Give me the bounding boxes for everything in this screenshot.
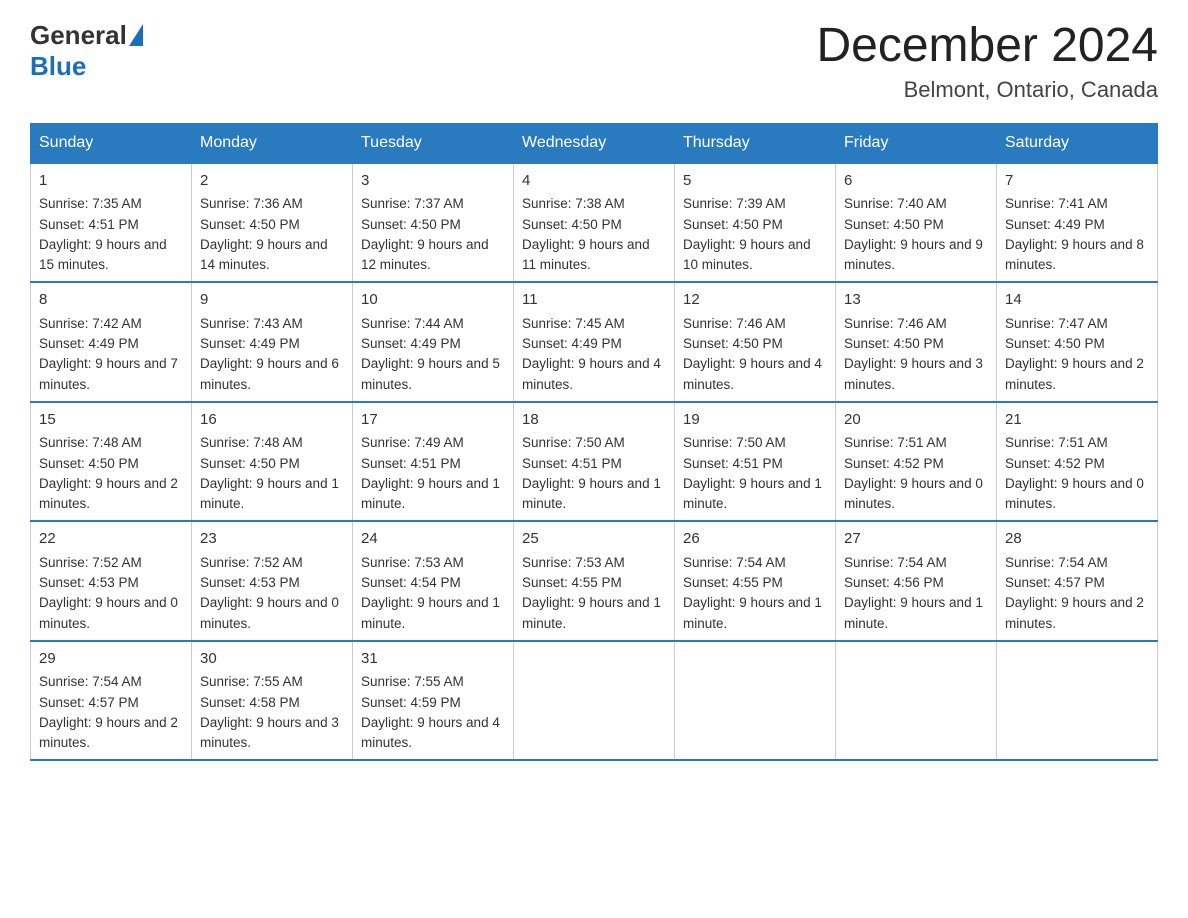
day-number: 4 bbox=[522, 170, 666, 193]
logo-blue: Blue bbox=[30, 51, 86, 81]
col-header-monday: Monday bbox=[192, 123, 353, 163]
calendar-cell bbox=[514, 641, 675, 761]
calendar-cell: 14Sunrise: 7:47 AMSunset: 4:50 PMDayligh… bbox=[997, 282, 1158, 402]
calendar-cell: 8Sunrise: 7:42 AMSunset: 4:49 PMDaylight… bbox=[31, 282, 192, 402]
calendar-cell bbox=[675, 641, 836, 761]
calendar-week-row: 1Sunrise: 7:35 AMSunset: 4:51 PMDaylight… bbox=[31, 163, 1158, 283]
day-number: 20 bbox=[844, 409, 988, 432]
calendar-cell: 4Sunrise: 7:38 AMSunset: 4:50 PMDaylight… bbox=[514, 163, 675, 283]
calendar-cell: 16Sunrise: 7:48 AMSunset: 4:50 PMDayligh… bbox=[192, 402, 353, 522]
calendar-cell: 15Sunrise: 7:48 AMSunset: 4:50 PMDayligh… bbox=[31, 402, 192, 522]
calendar-cell: 2Sunrise: 7:36 AMSunset: 4:50 PMDaylight… bbox=[192, 163, 353, 283]
col-header-saturday: Saturday bbox=[997, 123, 1158, 163]
calendar-week-row: 8Sunrise: 7:42 AMSunset: 4:49 PMDaylight… bbox=[31, 282, 1158, 402]
day-number: 29 bbox=[39, 648, 183, 671]
calendar-cell: 11Sunrise: 7:45 AMSunset: 4:49 PMDayligh… bbox=[514, 282, 675, 402]
calendar-cell: 5Sunrise: 7:39 AMSunset: 4:50 PMDaylight… bbox=[675, 163, 836, 283]
calendar-cell: 23Sunrise: 7:52 AMSunset: 4:53 PMDayligh… bbox=[192, 521, 353, 641]
calendar-cell: 18Sunrise: 7:50 AMSunset: 4:51 PMDayligh… bbox=[514, 402, 675, 522]
calendar-cell: 1Sunrise: 7:35 AMSunset: 4:51 PMDaylight… bbox=[31, 163, 192, 283]
day-number: 11 bbox=[522, 289, 666, 312]
calendar-cell: 7Sunrise: 7:41 AMSunset: 4:49 PMDaylight… bbox=[997, 163, 1158, 283]
col-header-thursday: Thursday bbox=[675, 123, 836, 163]
day-number: 7 bbox=[1005, 170, 1149, 193]
location-text: Belmont, Ontario, Canada bbox=[816, 77, 1158, 103]
day-number: 30 bbox=[200, 648, 344, 671]
calendar-week-row: 29Sunrise: 7:54 AMSunset: 4:57 PMDayligh… bbox=[31, 641, 1158, 761]
day-number: 23 bbox=[200, 528, 344, 551]
day-number: 22 bbox=[39, 528, 183, 551]
day-number: 12 bbox=[683, 289, 827, 312]
day-number: 8 bbox=[39, 289, 183, 312]
calendar-week-row: 22Sunrise: 7:52 AMSunset: 4:53 PMDayligh… bbox=[31, 521, 1158, 641]
day-number: 10 bbox=[361, 289, 505, 312]
day-number: 9 bbox=[200, 289, 344, 312]
day-number: 27 bbox=[844, 528, 988, 551]
calendar-week-row: 15Sunrise: 7:48 AMSunset: 4:50 PMDayligh… bbox=[31, 402, 1158, 522]
day-number: 15 bbox=[39, 409, 183, 432]
day-number: 24 bbox=[361, 528, 505, 551]
day-number: 6 bbox=[844, 170, 988, 193]
col-header-wednesday: Wednesday bbox=[514, 123, 675, 163]
col-header-sunday: Sunday bbox=[31, 123, 192, 163]
calendar-cell: 19Sunrise: 7:50 AMSunset: 4:51 PMDayligh… bbox=[675, 402, 836, 522]
day-number: 13 bbox=[844, 289, 988, 312]
day-number: 25 bbox=[522, 528, 666, 551]
day-number: 3 bbox=[361, 170, 505, 193]
logo-triangle-icon bbox=[129, 24, 143, 46]
calendar-cell: 9Sunrise: 7:43 AMSunset: 4:49 PMDaylight… bbox=[192, 282, 353, 402]
calendar-cell bbox=[836, 641, 997, 761]
title-block: December 2024 Belmont, Ontario, Canada bbox=[816, 20, 1158, 103]
day-number: 2 bbox=[200, 170, 344, 193]
day-number: 16 bbox=[200, 409, 344, 432]
day-number: 28 bbox=[1005, 528, 1149, 551]
calendar-cell: 22Sunrise: 7:52 AMSunset: 4:53 PMDayligh… bbox=[31, 521, 192, 641]
calendar-cell: 24Sunrise: 7:53 AMSunset: 4:54 PMDayligh… bbox=[353, 521, 514, 641]
calendar-table: SundayMondayTuesdayWednesdayThursdayFrid… bbox=[30, 123, 1158, 762]
month-title: December 2024 bbox=[816, 20, 1158, 73]
day-number: 21 bbox=[1005, 409, 1149, 432]
calendar-cell: 10Sunrise: 7:44 AMSunset: 4:49 PMDayligh… bbox=[353, 282, 514, 402]
calendar-cell: 31Sunrise: 7:55 AMSunset: 4:59 PMDayligh… bbox=[353, 641, 514, 761]
calendar-cell: 26Sunrise: 7:54 AMSunset: 4:55 PMDayligh… bbox=[675, 521, 836, 641]
day-number: 26 bbox=[683, 528, 827, 551]
day-number: 17 bbox=[361, 409, 505, 432]
logo-text: General Blue bbox=[30, 20, 143, 82]
calendar-cell: 25Sunrise: 7:53 AMSunset: 4:55 PMDayligh… bbox=[514, 521, 675, 641]
calendar-cell: 12Sunrise: 7:46 AMSunset: 4:50 PMDayligh… bbox=[675, 282, 836, 402]
day-number: 18 bbox=[522, 409, 666, 432]
logo-general: General bbox=[30, 20, 127, 50]
calendar-cell: 27Sunrise: 7:54 AMSunset: 4:56 PMDayligh… bbox=[836, 521, 997, 641]
day-number: 5 bbox=[683, 170, 827, 193]
calendar-cell: 20Sunrise: 7:51 AMSunset: 4:52 PMDayligh… bbox=[836, 402, 997, 522]
page-header: General Blue December 2024 Belmont, Onta… bbox=[30, 20, 1158, 103]
col-header-friday: Friday bbox=[836, 123, 997, 163]
calendar-cell bbox=[997, 641, 1158, 761]
calendar-cell: 29Sunrise: 7:54 AMSunset: 4:57 PMDayligh… bbox=[31, 641, 192, 761]
day-number: 19 bbox=[683, 409, 827, 432]
calendar-cell: 17Sunrise: 7:49 AMSunset: 4:51 PMDayligh… bbox=[353, 402, 514, 522]
calendar-cell: 21Sunrise: 7:51 AMSunset: 4:52 PMDayligh… bbox=[997, 402, 1158, 522]
calendar-header-row: SundayMondayTuesdayWednesdayThursdayFrid… bbox=[31, 123, 1158, 163]
col-header-tuesday: Tuesday bbox=[353, 123, 514, 163]
calendar-cell: 3Sunrise: 7:37 AMSunset: 4:50 PMDaylight… bbox=[353, 163, 514, 283]
day-number: 31 bbox=[361, 648, 505, 671]
logo: General Blue bbox=[30, 20, 143, 82]
day-number: 14 bbox=[1005, 289, 1149, 312]
calendar-cell: 30Sunrise: 7:55 AMSunset: 4:58 PMDayligh… bbox=[192, 641, 353, 761]
calendar-cell: 13Sunrise: 7:46 AMSunset: 4:50 PMDayligh… bbox=[836, 282, 997, 402]
calendar-cell: 6Sunrise: 7:40 AMSunset: 4:50 PMDaylight… bbox=[836, 163, 997, 283]
calendar-cell: 28Sunrise: 7:54 AMSunset: 4:57 PMDayligh… bbox=[997, 521, 1158, 641]
day-number: 1 bbox=[39, 170, 183, 193]
